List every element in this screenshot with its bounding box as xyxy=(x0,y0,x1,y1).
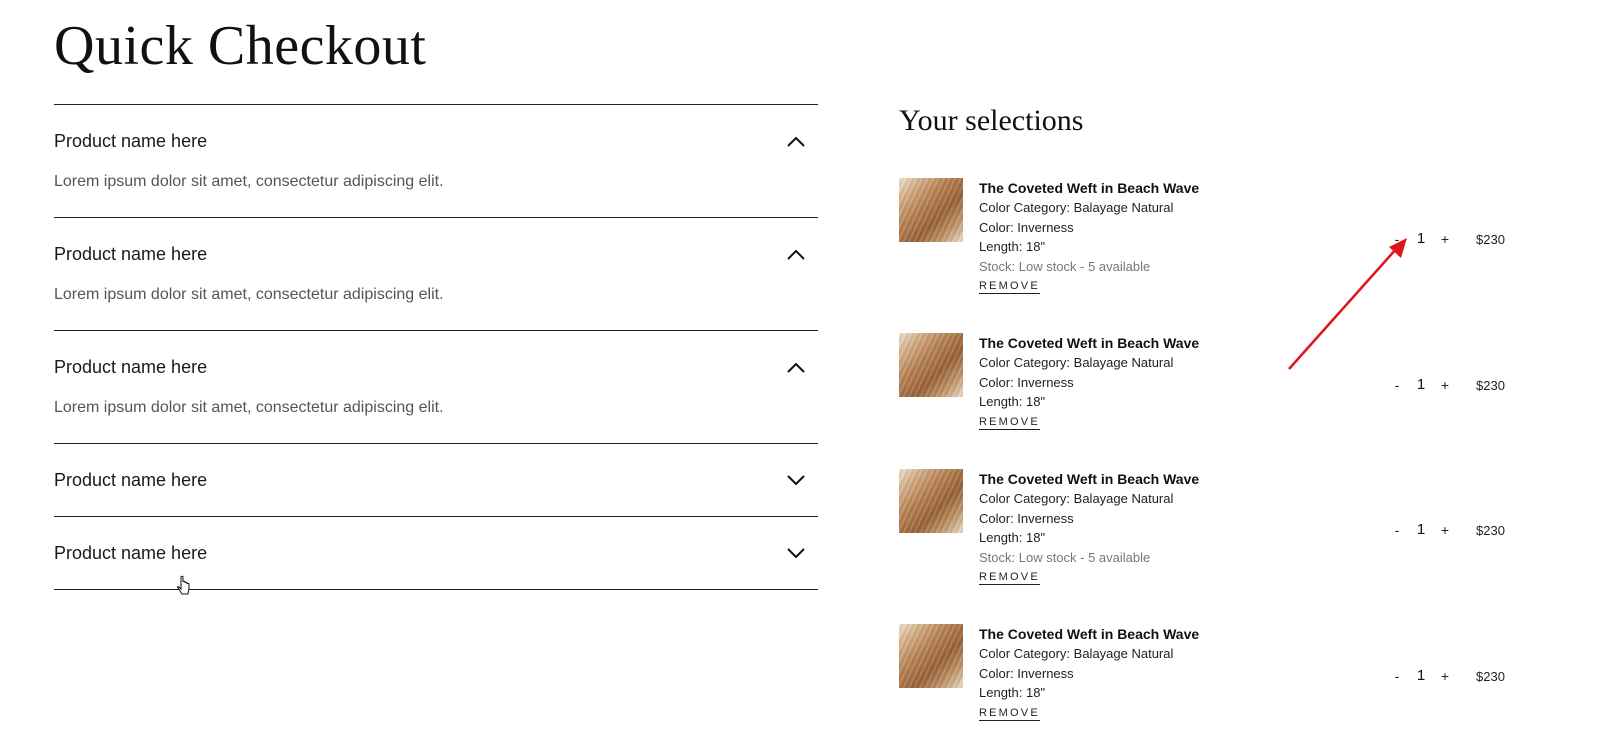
product-color: Color: Inverness xyxy=(979,219,1074,235)
quantity-value: 1 xyxy=(1416,521,1426,538)
product-length: Length: 18" xyxy=(979,685,1046,700)
red-arrow-annotation xyxy=(1288,238,1407,370)
product-color-category: Color Category: Balayage Natural xyxy=(979,491,1174,506)
item-price: $230 xyxy=(1476,232,1505,247)
increase-quantity-button[interactable]: + xyxy=(1437,231,1453,247)
item-price: $230 xyxy=(1476,669,1505,684)
product-thumbnail[interactable] xyxy=(899,333,963,397)
accordion-title: Product name here xyxy=(54,542,208,563)
product-info: The Coveted Weft in Beach Wave Color Cat… xyxy=(979,333,1299,430)
chevron-down-icon[interactable] xyxy=(784,468,808,492)
chevron-up-icon[interactable] xyxy=(784,129,808,153)
accordion-item: Product name here xyxy=(54,517,818,590)
chevron-down-icon[interactable] xyxy=(784,541,808,565)
accordion-header[interactable]: Product name here xyxy=(54,105,818,177)
accordion-header[interactable]: Product name here xyxy=(54,331,818,403)
accordion-body: Lorem ipsum dolor sit amet, consectetur … xyxy=(54,173,444,190)
item-price: $230 xyxy=(1476,523,1505,538)
product-name[interactable]: The Coveted Weft in Beach Wave xyxy=(979,624,1299,644)
product-name[interactable]: The Coveted Weft in Beach Wave xyxy=(979,469,1299,489)
accordion-header[interactable]: Product name here xyxy=(54,218,818,290)
product-info: The Coveted Weft in Beach Wave Color Cat… xyxy=(979,469,1299,585)
increase-quantity-button[interactable]: + xyxy=(1437,668,1453,684)
product-name[interactable]: The Coveted Weft in Beach Wave xyxy=(979,178,1299,198)
remove-button[interactable]: REMOVE xyxy=(979,280,1040,294)
increase-quantity-button[interactable]: + xyxy=(1437,377,1453,393)
remove-button[interactable]: REMOVE xyxy=(979,416,1040,430)
product-color: Color: Inverness xyxy=(979,374,1074,390)
product-accordion: Product name here Lorem ipsum dolor sit … xyxy=(54,104,818,590)
increase-quantity-button[interactable]: + xyxy=(1437,522,1453,538)
selections-title: Your selections xyxy=(899,104,1084,137)
product-color-category: Color Category: Balayage Natural xyxy=(979,355,1174,370)
page-title: Quick Checkout xyxy=(54,15,427,77)
product-info: The Coveted Weft in Beach Wave Color Cat… xyxy=(979,178,1299,294)
chevron-up-icon[interactable] xyxy=(784,355,808,379)
accordion-header[interactable]: Product name here xyxy=(54,517,818,589)
accordion-item: Product name here xyxy=(54,444,818,517)
product-color: Color: Inverness xyxy=(979,665,1074,681)
mouse-cursor-icon xyxy=(177,575,190,595)
quantity-stepper: - 1 + xyxy=(1389,667,1453,684)
decrease-quantity-button[interactable]: - xyxy=(1389,522,1405,538)
quantity-value: 1 xyxy=(1416,376,1426,393)
product-thumbnail[interactable] xyxy=(899,469,963,533)
product-length: Length: 18" xyxy=(979,530,1046,545)
accordion-title: Product name here xyxy=(54,130,208,151)
accordion-item: Product name here Lorem ipsum dolor sit … xyxy=(54,218,818,331)
accordion-title: Product name here xyxy=(54,243,208,264)
product-length: Length: 18" xyxy=(979,394,1046,409)
quantity-stepper: - 1 + xyxy=(1389,376,1453,393)
accordion-item: Product name here Lorem ipsum dolor sit … xyxy=(54,105,818,218)
remove-button[interactable]: REMOVE xyxy=(979,571,1040,585)
accordion-item: Product name here Lorem ipsum dolor sit … xyxy=(54,331,818,444)
accordion-title: Product name here xyxy=(54,356,208,377)
product-info: The Coveted Weft in Beach Wave Color Cat… xyxy=(979,624,1299,721)
quantity-stepper: - 1 + xyxy=(1389,521,1453,538)
product-color-category: Color Category: Balayage Natural xyxy=(979,200,1174,215)
product-length: Length: 18" xyxy=(979,239,1046,254)
product-stock: Stock: Low stock - 5 available xyxy=(979,258,1151,274)
product-color: Color: Inverness xyxy=(979,510,1074,526)
item-price: $230 xyxy=(1476,378,1505,393)
accordion-body: Lorem ipsum dolor sit amet, consectetur … xyxy=(54,286,444,303)
product-thumbnail[interactable] xyxy=(899,624,963,688)
product-thumbnail[interactable] xyxy=(899,178,963,242)
product-stock: Stock: Low stock - 5 available xyxy=(979,549,1151,565)
accordion-header[interactable]: Product name here xyxy=(54,444,818,516)
decrease-quantity-button[interactable]: - xyxy=(1389,377,1405,393)
accordion-title: Product name here xyxy=(54,469,208,490)
quantity-value: 1 xyxy=(1416,667,1426,684)
decrease-quantity-button[interactable]: - xyxy=(1389,668,1405,684)
accordion-body: Lorem ipsum dolor sit amet, consectetur … xyxy=(54,399,444,416)
product-color-category: Color Category: Balayage Natural xyxy=(979,646,1174,661)
chevron-up-icon[interactable] xyxy=(784,242,808,266)
remove-button[interactable]: REMOVE xyxy=(979,707,1040,721)
product-name[interactable]: The Coveted Weft in Beach Wave xyxy=(979,333,1299,353)
